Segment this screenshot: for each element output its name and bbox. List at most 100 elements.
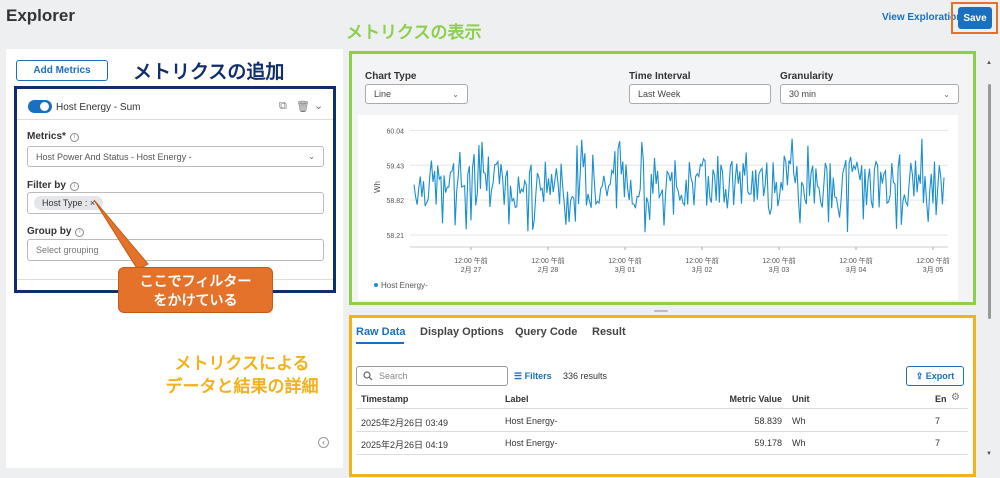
y-axis-label: Wh (373, 181, 382, 193)
annotation-show-metrics: メトリクスの表示 (346, 23, 482, 42)
x-tick-label: 3月 01 (615, 266, 636, 274)
series-line (413, 138, 945, 233)
filter-label: Filter by i (27, 180, 79, 191)
x-tick-label: 12:00 午前 (916, 256, 949, 265)
chevron-down-icon[interactable]: ⌄ (314, 99, 323, 112)
header-divider (356, 408, 968, 409)
column-header-label[interactable]: Label (505, 394, 529, 404)
filter-input[interactable]: Host Type : × (27, 192, 324, 214)
x-tick-label: 12:00 午前 (839, 256, 872, 265)
active-tab-indicator (356, 342, 404, 344)
group-label: Group by i (27, 226, 85, 237)
x-tick-label: 2月 27 (461, 266, 482, 274)
time-interval-input[interactable]: Last Week (629, 84, 771, 104)
search-placeholder: Search (379, 371, 408, 381)
line-chart: Wh60.0459.4358.8258.2112:00 午前2月 2712:00… (373, 128, 950, 274)
row-divider (356, 431, 968, 432)
column-header-end[interactable]: En (935, 394, 947, 404)
annotation-data-line-2: データと結果の詳細 (165, 377, 319, 396)
x-tick-label: 3月 03 (769, 266, 790, 274)
x-tick-label: 2月 28 (538, 266, 559, 274)
annotation-data-line-1: メトリクスによる (174, 354, 310, 373)
collapse-panel-button[interactable]: ‹ (318, 437, 329, 448)
tab-raw-data[interactable]: Raw Data (356, 326, 406, 338)
add-metrics-button[interactable]: Add Metrics (16, 60, 108, 81)
time-interval-label: Time Interval (629, 71, 691, 82)
gear-icon[interactable]: ⚙ (951, 392, 960, 403)
annotation-data-detail: メトリクスによる データと結果の詳細 (142, 352, 342, 398)
column-header-timestamp[interactable]: Timestamp (361, 394, 408, 404)
chevron-down-icon: ⌄ (308, 152, 315, 161)
tab-query-code[interactable]: Query Code (515, 326, 577, 338)
data-panel (349, 315, 976, 477)
row-divider (356, 454, 968, 455)
filter-icon: ☰ (514, 371, 523, 381)
cell-label: Host Energy- (505, 438, 558, 448)
callout-arrow (93, 199, 149, 271)
x-tick-label: 12:00 午前 (685, 256, 718, 265)
x-tick-label: 12:00 午前 (454, 256, 487, 265)
filter-callout: ここでフィルター をかけている (118, 267, 273, 313)
x-tick-label: 12:00 午前 (531, 256, 564, 265)
annotation-add-metrics: メトリクスの追加 (133, 62, 285, 83)
y-tick-label: 58.21 (386, 233, 404, 240)
chart-area: Wh 60.04 59.43 58.82 58.21 12:00 午前 2月 27 12:00… (358, 115, 958, 300)
chart-type-value: Line (374, 89, 392, 99)
callout-line-2: をかけている (153, 292, 238, 308)
cell-timestamp: 2025年2月26日 03:49 (361, 418, 449, 428)
cell-metric-value: 59.178 (754, 438, 782, 448)
cell-unit: Wh (792, 416, 806, 426)
results-count: 336 results (563, 371, 608, 381)
callout-line-1: ここでフィルター (139, 273, 252, 289)
copy-icon[interactable]: ⧉ (279, 100, 287, 113)
tab-display-options[interactable]: Display Options (420, 326, 504, 338)
tab-result[interactable]: Result (592, 326, 626, 338)
time-interval-value: Last Week (638, 89, 681, 99)
scroll-down-arrow[interactable]: ▼ (986, 451, 992, 457)
granularity-label: Granularity (780, 71, 834, 82)
metrics-label: Metrics* i (27, 131, 79, 142)
y-tick-label: 60.04 (386, 128, 404, 135)
x-tick-label: 3月 05 (923, 266, 944, 274)
chart-legend[interactable]: Host Energy- (374, 281, 428, 290)
metrics-select[interactable]: Host Power And Status - Host Energy - ⌄ (27, 146, 324, 167)
chart-type-label: Chart Type (365, 71, 417, 82)
column-header-metric-value[interactable]: Metric Value (700, 394, 782, 404)
search-icon (363, 371, 373, 381)
column-header-unit[interactable]: Unit (792, 394, 810, 404)
app-title: Explorer (6, 6, 75, 25)
chevron-down-icon: ⌄ (943, 89, 950, 99)
cell-metric-value: 58.839 (754, 416, 782, 426)
scrollbar-thumb[interactable] (988, 84, 991, 319)
granularity-select[interactable]: 30 min ⌄ (780, 84, 959, 104)
cell-unit: Wh (792, 438, 806, 448)
legend-label: Host Energy- (381, 281, 428, 290)
resize-handle[interactable] (654, 310, 668, 312)
x-tick-label: 3月 02 (692, 266, 713, 274)
filters-button[interactable]: ☰ Filters (514, 371, 552, 382)
save-highlight (951, 2, 998, 34)
export-button[interactable]: ⇪ Export (906, 366, 964, 386)
legend-dot (374, 283, 378, 287)
x-tick-label: 3月 04 (846, 266, 867, 274)
group-select[interactable]: Select grouping (27, 239, 324, 261)
y-tick-label: 58.82 (386, 198, 404, 205)
toggle-knob (40, 102, 49, 111)
cell-end: 7 (935, 438, 941, 448)
search-input[interactable]: Search (356, 366, 508, 386)
info-icon: i (69, 133, 79, 142)
scroll-up-arrow[interactable]: ▲ (986, 60, 992, 66)
chart-type-select[interactable]: Line ⌄ (365, 84, 468, 104)
chevron-down-icon: ⌄ (452, 89, 459, 99)
cell-label: Host Energy- (505, 416, 558, 426)
granularity-value: 30 min (789, 89, 817, 99)
metrics-value: Host Power And Status - Host Energy - (36, 151, 192, 162)
card-divider (17, 119, 333, 120)
trash-icon[interactable]: 🗑 (296, 100, 310, 113)
x-tick-label: 12:00 午前 (762, 256, 795, 265)
export-icon: ⇪ (915, 370, 924, 381)
info-icon: i (69, 182, 79, 191)
x-tick-label: 12:00 午前 (608, 256, 641, 265)
cell-timestamp: 2025年2月26日 04:19 (361, 440, 449, 450)
cell-end: 7 (935, 416, 941, 426)
